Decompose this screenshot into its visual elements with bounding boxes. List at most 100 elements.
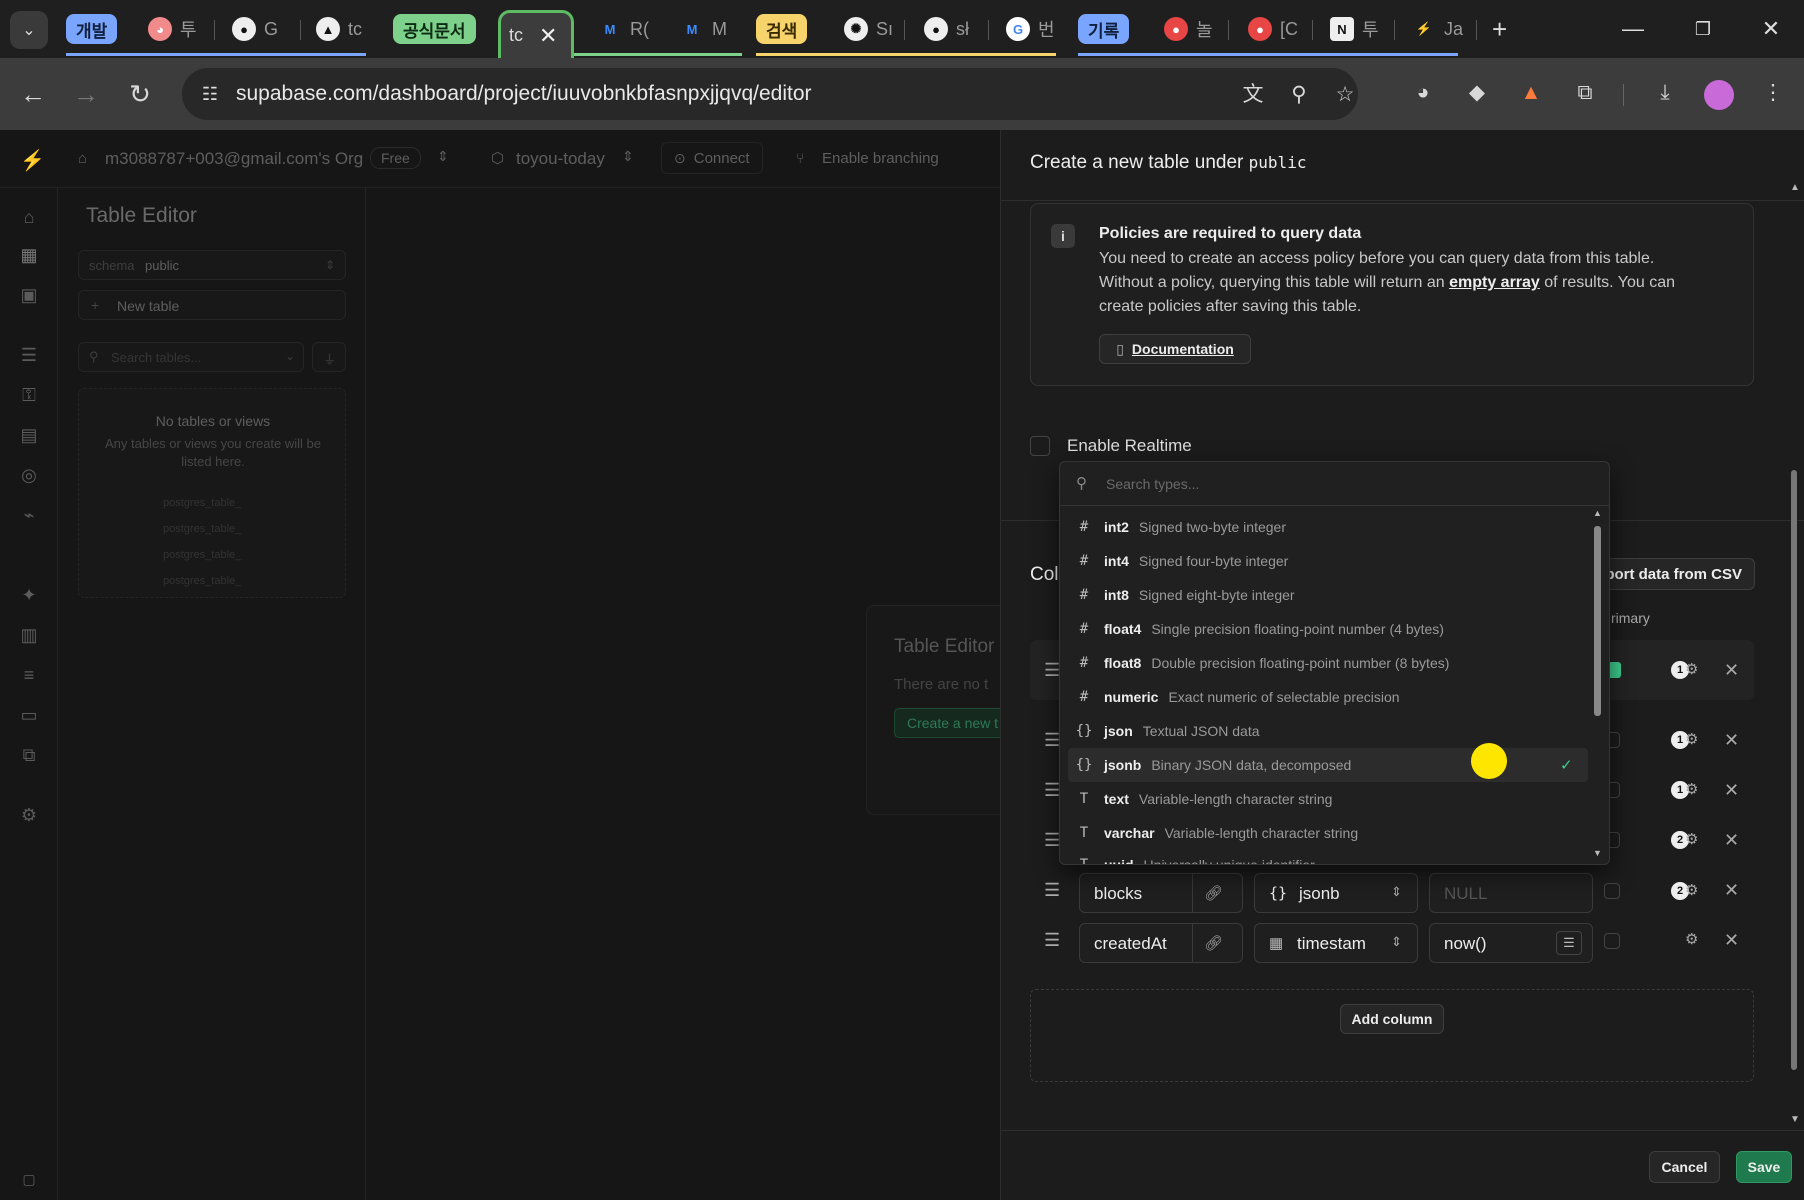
reload-icon[interactable]: ↻ [124, 78, 156, 110]
scroll-down-arrow-icon[interactable]: ▼ [1790, 1114, 1800, 1125]
type-option-float8[interactable]: # float8 Double precision floating-point n… [1068, 646, 1588, 680]
remove-column-icon[interactable]: ✕ [1724, 730, 1739, 751]
tab-group-docs[interactable]: 공식문서 [393, 14, 476, 44]
collapse-sidebar-icon[interactable]: ▢ [18, 1168, 40, 1190]
add-column-button[interactable]: Add column [1340, 1004, 1444, 1034]
browser-menu-icon[interactable]: ⋮ [1760, 80, 1786, 106]
dropdown-scrollbar-thumb[interactable] [1594, 526, 1601, 716]
tab-active-supabase[interactable]: tc ✕ [498, 10, 574, 58]
advisors-bulb-icon[interactable]: ✦ [18, 584, 40, 606]
panel-scrollbar-thumb[interactable] [1791, 470, 1797, 1070]
drag-handle-icon[interactable]: ☰ [1044, 780, 1060, 801]
extensions-puzzle-icon[interactable]: ⧉ [1572, 80, 1598, 106]
logs-list-icon[interactable]: ≡ [18, 664, 40, 686]
tab-13[interactable]: ● 놀 [1156, 9, 1221, 49]
database-icon[interactable]: ☰ [18, 344, 40, 366]
column-name-input[interactable]: blocks 🔗︎ [1079, 873, 1243, 913]
primary-key-checkbox[interactable] [1604, 933, 1620, 949]
column-settings-gear-icon[interactable]: ⚙ [1685, 881, 1698, 899]
back-arrow-icon[interactable]: ← [17, 78, 49, 110]
empty-array-link[interactable]: empty array [1449, 274, 1540, 291]
project-switcher-icon[interactable]: ⇕ [622, 148, 634, 165]
site-settings-icon[interactable]: ☷ [196, 80, 224, 108]
cancel-button[interactable]: Cancel [1649, 1151, 1720, 1183]
default-value-options-icon[interactable]: ☰ [1556, 931, 1582, 955]
filter-button[interactable]: ⏚ [312, 342, 346, 372]
remove-column-icon[interactable]: ✕ [1724, 830, 1739, 851]
settings-gear-icon[interactable]: ⚙ [18, 804, 40, 826]
project-name[interactable]: toyou-today [516, 149, 605, 169]
link-icon[interactable]: 🔗︎ [1204, 884, 1223, 902]
scroll-up-arrow-icon[interactable]: ▲ [1593, 508, 1602, 518]
extension-color-icon[interactable]: ◕ [1410, 80, 1436, 106]
tab-9[interactable]: ✺ Sı [836, 9, 901, 49]
sql-editor-icon[interactable]: ▣ [18, 284, 40, 306]
search-tables-input[interactable]: ⚲ Search tables... ⌄ [78, 342, 304, 372]
tab-16[interactable]: ⚡ Ja [1404, 9, 1471, 49]
schema-selector[interactable]: schema public ⇕ [78, 250, 346, 280]
tab-group-dev[interactable]: 개발 [66, 14, 118, 44]
new-tab-button[interactable]: + [1484, 9, 1515, 49]
panel-scrollbar[interactable]: ▲ ▼ [1787, 182, 1801, 1130]
column-settings-gear-icon[interactable]: ⚙ [1685, 930, 1698, 948]
type-option-text[interactable]: Ttext Variable-length character string [1068, 782, 1588, 816]
drag-handle-icon[interactable]: ☰ [1044, 730, 1060, 751]
url-text[interactable]: supabase.com/dashboard/project/iuuvobnkb… [236, 82, 812, 106]
create-table-button[interactable]: Create a new t [894, 708, 1012, 738]
api-docs-icon[interactable]: ▭ [18, 704, 40, 726]
default-value-input[interactable]: now() ☰ [1429, 923, 1593, 963]
link-icon[interactable]: 🔗︎ [1204, 934, 1223, 952]
tab-3[interactable]: ▲ tc [308, 9, 370, 49]
drag-handle-icon[interactable]: ☰ [1044, 930, 1060, 951]
org-switcher-icon[interactable]: ⇕ [437, 148, 449, 165]
zoom-icon[interactable]: ⚲ [1286, 82, 1312, 108]
remove-column-icon[interactable]: ✕ [1724, 780, 1739, 801]
tab-11[interactable]: G번 [998, 9, 1063, 49]
scroll-down-arrow-icon[interactable]: ▼ [1593, 848, 1602, 858]
bookmark-star-icon[interactable]: ☆ [1332, 82, 1358, 108]
column-name-input[interactable]: createdAt 🔗︎ [1079, 923, 1243, 963]
realtime-icon[interactable]: ◎ [18, 464, 40, 486]
save-button[interactable]: Save [1736, 1151, 1792, 1183]
close-window-icon[interactable]: ✕ [1751, 14, 1791, 44]
type-option-json[interactable]: {} json Textual JSON data [1068, 714, 1588, 748]
table-editor-icon[interactable]: ▦ [18, 244, 40, 266]
column-type-select[interactable]: {} jsonb ⇕ [1254, 873, 1418, 913]
extension-fox-icon[interactable]: ▲ [1518, 80, 1544, 106]
column-settings-gear-icon[interactable]: ⚙ [1685, 730, 1698, 748]
primary-key-checkbox[interactable] [1604, 883, 1620, 899]
extension-shield-icon[interactable]: ◆ [1464, 80, 1490, 106]
remove-column-icon[interactable]: ✕ [1724, 880, 1739, 901]
tab-14[interactable]: ● [C [1240, 9, 1306, 49]
scroll-up-arrow-icon[interactable]: ▲ [1790, 182, 1800, 193]
home-icon[interactable]: ⌂ [18, 206, 40, 228]
auth-lock-icon[interactable]: ⚿ [18, 384, 40, 406]
column-settings-gear-icon[interactable]: ⚙ [1685, 660, 1698, 678]
profile-avatar[interactable] [1704, 80, 1734, 110]
drag-handle-icon[interactable]: ☰ [1044, 660, 1060, 681]
column-settings-gear-icon[interactable]: ⚙ [1685, 830, 1698, 848]
minimize-window-icon[interactable]: — [1613, 14, 1653, 44]
org-name[interactable]: m3088787+003@gmail.com's Org [105, 149, 363, 169]
connect-button[interactable]: ⊙ Connect [661, 142, 763, 174]
type-option-int4[interactable]: # int4 Signed four-byte integer [1068, 544, 1588, 578]
tab-7[interactable]: MM [672, 9, 735, 49]
tab-group-records[interactable]: 기록 [1078, 14, 1130, 44]
tab-10[interactable]: ● sł [916, 9, 977, 49]
storage-icon[interactable]: ▤ [18, 424, 40, 446]
default-value-input[interactable]: NULL [1429, 873, 1593, 913]
enable-branching-link[interactable]: Enable branching [822, 150, 939, 167]
enable-realtime-checkbox[interactable] [1030, 436, 1050, 456]
tab-search-chevron-icon[interactable]: ⌄ [10, 11, 48, 49]
type-option-int8[interactable]: # int8 Signed eight-byte integer [1068, 578, 1588, 612]
restore-window-icon[interactable]: ❐ [1683, 14, 1723, 44]
documentation-button[interactable]: ▯ Documentation [1099, 334, 1251, 364]
dropdown-scrollbar[interactable]: ▲ ▼ [1591, 508, 1605, 862]
type-option-int2[interactable]: # int2 Signed two-byte integer [1068, 510, 1588, 544]
column-type-select[interactable]: ▦ timestam ⇕ [1254, 923, 1418, 963]
type-option-varchar[interactable]: Tvarchar Variable-length character string [1068, 816, 1588, 850]
drag-handle-icon[interactable]: ☰ [1044, 880, 1060, 901]
type-option-uuid[interactable]: Tuuid Universally unique identifier [1068, 848, 1588, 864]
edge-functions-icon[interactable]: ⌁ [18, 504, 40, 526]
tab-group-search[interactable]: 검색 [756, 14, 808, 44]
